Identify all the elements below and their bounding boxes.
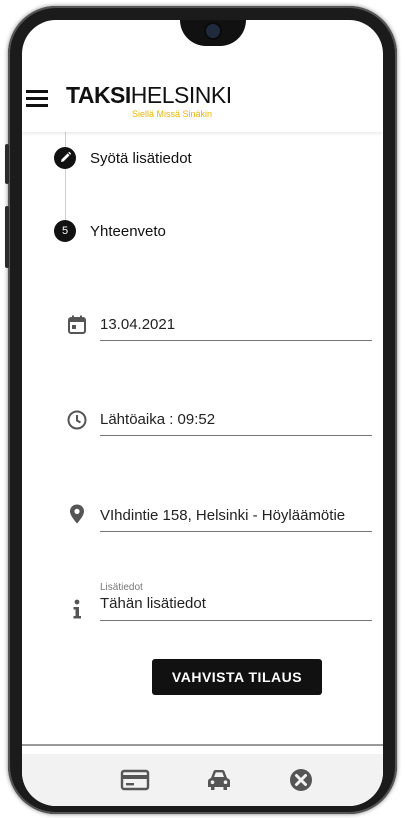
info-icon <box>73 599 81 619</box>
camera-notch <box>180 20 246 46</box>
date-value: 13.04.2021 <box>100 316 176 333</box>
extra-info-underline <box>100 620 372 621</box>
app-header: TAKSIHELSINKI Siellä Missä Sinäkin <box>22 72 383 132</box>
calendar-icon <box>68 315 86 334</box>
clock-icon <box>67 410 87 430</box>
taxi-car-icon[interactable] <box>204 766 234 794</box>
extra-info-label: Lisätiedot <box>100 582 143 593</box>
address-underline <box>100 531 372 532</box>
volume-button <box>5 144 9 184</box>
payment-card-icon[interactable] <box>120 766 150 794</box>
bottom-navigation <box>22 754 383 806</box>
location-pin-icon <box>70 504 84 524</box>
app-screen: TAKSIHELSINKI Siellä Missä Sinäkin Syötä… <box>22 20 383 806</box>
hamburger-menu-icon[interactable] <box>26 90 48 110</box>
date-underline <box>100 340 372 341</box>
step-pencil-icon[interactable] <box>54 147 76 169</box>
bottom-separator <box>22 744 383 746</box>
address-value: VIhdintie 158, Helsinki - Höyläämötie <box>100 507 346 524</box>
logo-tagline: Siellä Missä Sinäkin <box>132 109 213 119</box>
extra-info-input[interactable] <box>100 595 372 612</box>
front-camera <box>206 24 220 38</box>
confirm-order-button[interactable]: VAHVISTA TILAUS <box>152 659 322 695</box>
brand-logo: TAKSIHELSINKI Siellä Missä Sinäkin <box>66 82 232 119</box>
cancel-circle-icon[interactable] <box>286 766 316 794</box>
step-label-summary: Yhteenveto <box>90 223 166 240</box>
logo-bold-text: TAKSI <box>66 82 131 108</box>
departure-time-underline <box>100 435 372 436</box>
power-button <box>5 206 9 268</box>
step-label-details[interactable]: Syötä lisätiedot <box>90 150 192 167</box>
logo-light-text: HELSINKI <box>130 82 232 108</box>
departure-time-value: Lähtöaika : 09:52 <box>100 411 216 428</box>
step-number-badge: 5 <box>54 220 76 242</box>
order-summary-content: Syötä lisätiedot 5 Yhteenveto 13.04.2021… <box>22 132 383 732</box>
